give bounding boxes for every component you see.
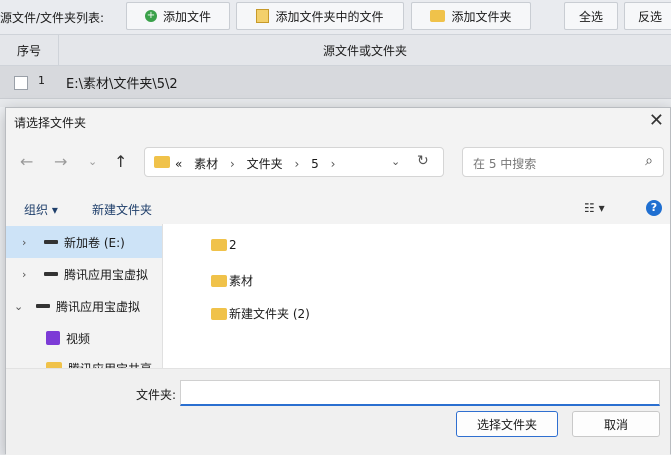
chevron-right-icon[interactable]: › [331,157,336,171]
folder-icon [211,274,227,287]
list-item[interactable]: 素材 [211,272,253,289]
folder-name: 新建文件夹 (2) [229,307,310,321]
add-files-in-folder-button[interactable]: 添加文件夹中的文件 [236,2,404,30]
folder-icon [211,307,227,320]
folder-field-label: 文件夹: [136,388,177,402]
tree-item-label: 腾讯应用宝虚拟 [64,267,149,282]
folder-content-pane: 2 素材 新建文件夹 (2) [163,224,670,368]
select-folder-button[interactable]: 选择文件夹 [456,411,558,437]
tree-item-tencent-virtual[interactable]: › 腾讯应用宝虚拟 [6,258,162,290]
folder-picker-dialog: 请选择文件夹 ✕ ← → ⌄ ↑ « 素材 › 文件夹 › 5 › ⌄ ↻ 在 … [5,107,671,455]
search-input[interactable]: 在 5 中搜索 [473,155,536,172]
search-box[interactable]: 在 5 中搜索 ⌕ [462,147,664,177]
navigation-bar: ← → ⌄ ↑ « 素材 › 文件夹 › 5 › ⌄ ↻ 在 5 中搜索 ⌕ [6,142,670,184]
folder-plus-icon [430,10,446,22]
table-row[interactable]: 1 E:\素材\文件夹\5\2 [0,66,671,99]
refresh-icon[interactable]: ↻ [417,153,429,169]
navigation-pane: › 新加卷 (E:) › 腾讯应用宝虚拟 ⌄ 腾讯应用宝虚拟 视频 腾讯应用宝共… [6,224,163,368]
breadcrumb-item[interactable]: 文件夹 [247,157,283,171]
add-circle-icon: + [144,10,157,22]
breadcrumb-item[interactable]: 素材 [194,157,218,171]
add-folder-button[interactable]: 添加文件夹 [411,2,531,30]
tree-item-videos[interactable]: 视频 [6,322,162,354]
breadcrumb-item[interactable]: 5 [311,157,319,171]
search-icon[interactable]: ⌕ [645,153,653,169]
grid-header: 序号 源文件或文件夹 [0,35,671,66]
video-icon [46,331,60,345]
add-file-button[interactable]: + 添加文件 [126,2,230,30]
list-item[interactable]: 2 [211,238,237,252]
folder-icon [154,156,170,168]
table-row [0,99,671,107]
forward-arrow-icon[interactable]: → [54,152,67,171]
select-all-button[interactable]: 全选 [564,2,618,30]
column-header-source[interactable]: 源文件或文件夹 [59,35,671,65]
tree-item-label: 新加卷 (E:) [64,235,125,250]
row-checkbox[interactable] [14,76,28,90]
up-arrow-icon[interactable]: ↑ [114,152,127,171]
folder-icon [211,239,227,251]
back-arrow-icon[interactable]: ← [20,152,33,171]
organize-menu[interactable]: 组织 ▾ [24,201,58,218]
chevron-down-icon[interactable]: ⌄ [391,155,400,168]
drive-icon [44,240,58,244]
row-index: 1 [38,74,45,87]
dialog-footer: 文件夹: 选择文件夹 取消 [6,368,670,455]
chevron-right-icon: › [294,157,300,171]
add-file-label: 添加文件 [162,9,211,24]
help-icon[interactable]: ? [646,200,662,216]
column-header-index[interactable]: 序号 [0,35,59,65]
tree-item-label: 腾讯应用宝虚拟 [56,299,141,314]
chevron-right-icon: › [230,157,235,171]
new-folder-button[interactable]: 新建文件夹 [92,201,152,218]
tree-item-drive-e[interactable]: › 新加卷 (E:) [6,226,162,258]
add-folder-label: 添加文件夹 [451,9,512,24]
select-all-label: 全选 [578,9,603,24]
cancel-button[interactable]: 取消 [572,411,660,437]
chevron-right-icon[interactable]: › [22,236,36,249]
chevron-down-icon[interactable]: ⌄ [14,300,28,313]
invert-selection-label: 反选 [637,9,662,24]
address-bar[interactable]: « 素材 › 文件夹 › 5 › ⌄ ↻ [144,147,444,177]
add-files-in-folder-label: 添加文件夹中的文件 [275,9,384,24]
recent-locations-chevron-icon[interactable]: ⌄ [88,155,97,168]
row-path: E:\素材\文件夹\5\2 [66,77,178,92]
command-bar: 组织 ▾ 新建文件夹 ☷ ▾ ? [6,194,670,222]
invert-selection-button[interactable]: 反选 [624,2,671,30]
tree-item-tencent-virtual-expanded[interactable]: ⌄ 腾讯应用宝虚拟 [6,290,162,322]
app-toolbar: 源文件/文件夹列表: + 添加文件 添加文件夹中的文件 添加文件夹 全选 反选 [0,0,671,35]
dialog-title: 请选择文件夹 [14,116,87,130]
drive-icon [44,272,58,276]
close-icon[interactable]: ✕ [649,110,664,131]
chevron-right-icon[interactable]: › [22,268,36,281]
folder-name-input[interactable] [180,380,660,406]
document-icon [256,9,270,23]
tree-item-label: 视频 [66,331,91,346]
folder-name: 2 [229,238,237,252]
tree-item-tencent-shared[interactable]: 腾讯应用宝共享 [6,352,162,368]
source-list-label: 源文件/文件夹列表: [0,11,105,25]
folder-name: 素材 [229,274,254,288]
overflow-crumb[interactable]: « [175,157,182,171]
list-item[interactable]: 新建文件夹 (2) [211,305,310,322]
tree-item-label: 腾讯应用宝共享 [68,360,152,369]
drive-icon [36,304,50,308]
view-options-icon[interactable]: ☷ ▾ [584,201,605,215]
